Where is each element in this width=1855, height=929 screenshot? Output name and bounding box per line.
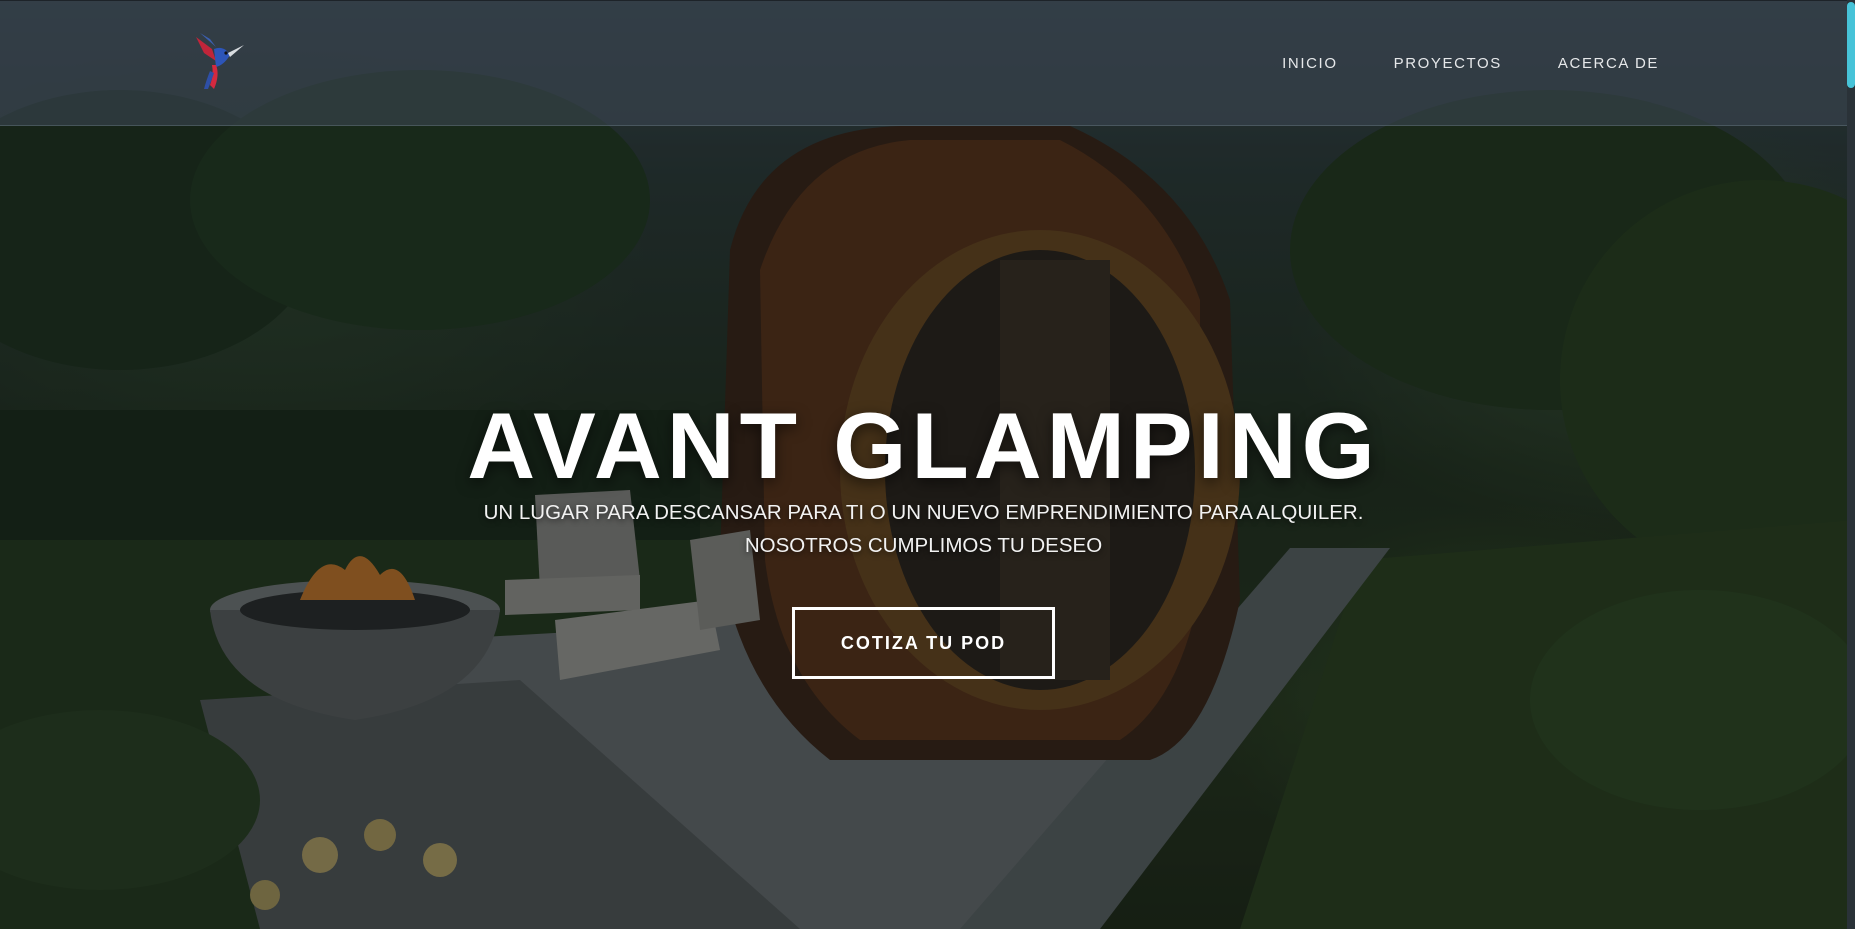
main-nav: INICIO PROYECTOS ACERCA DE — [1282, 55, 1659, 72]
hero-subtitle-line-2: NOSOTROS CUMPLIMOS TU DESEO — [744, 534, 1103, 557]
cotiza-tu-pod-button[interactable]: COTIZA TU POD — [792, 607, 1055, 679]
page-scrollbar[interactable] — [1847, 0, 1855, 929]
hero-title: AVANT GLAMPING — [467, 392, 1380, 498]
nav-item-acerca-de[interactable]: ACERCA DE — [1558, 55, 1659, 72]
hummingbird-logo-icon[interactable] — [190, 31, 250, 97]
nav-item-proyectos[interactable]: PROYECTOS — [1394, 55, 1502, 72]
scrollbar-thumb[interactable] — [1847, 2, 1855, 88]
site-header: INICIO PROYECTOS ACERCA DE — [0, 0, 1847, 126]
hero-subtitle: UN LUGAR PARA DESCANSAR PARA TI O UN NUE… — [0, 496, 1847, 562]
nav-item-inicio[interactable]: INICIO — [1282, 55, 1337, 72]
hero-subtitle-line-1: UN LUGAR PARA DESCANSAR PARA TI O UN NUE… — [483, 501, 1364, 524]
